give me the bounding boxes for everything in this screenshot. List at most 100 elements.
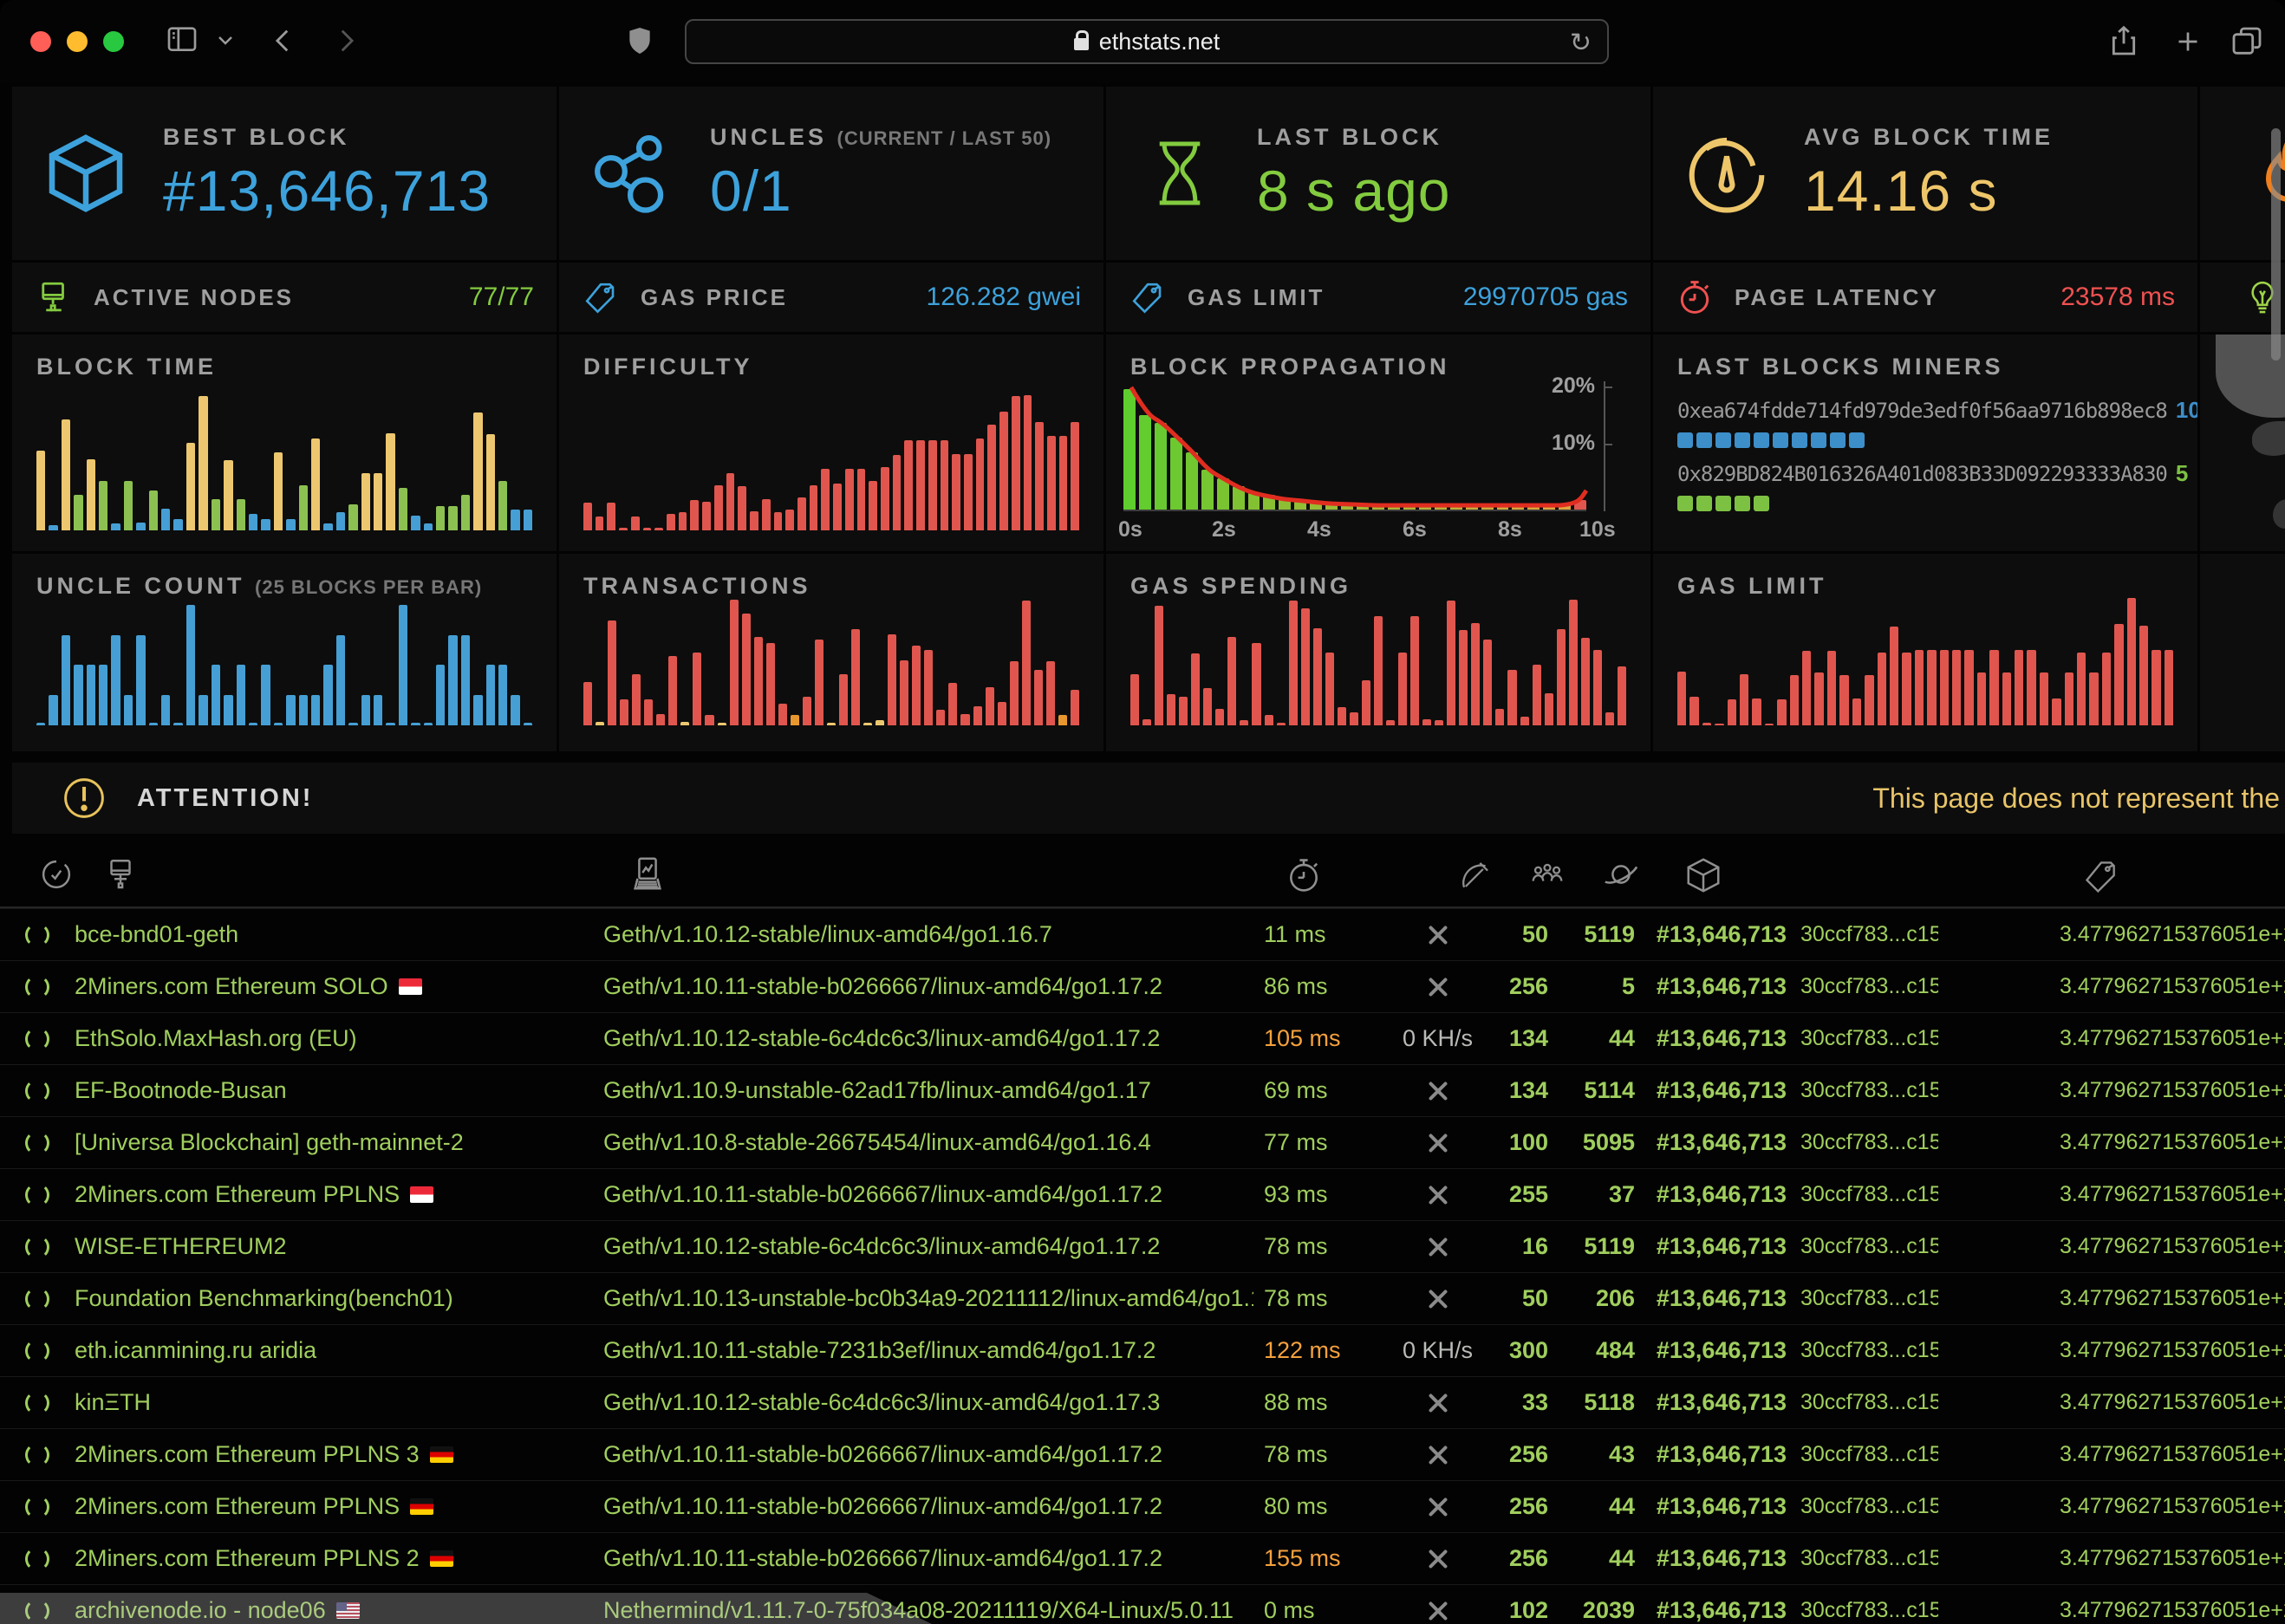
table-row[interactable]: [Universa Blockchain] geth-mainnet-2Geth… [0, 1116, 2285, 1168]
node-status-icon [25, 923, 49, 947]
node-status-icon [25, 1235, 49, 1259]
node-name[interactable]: WISE-ETHEREUM2 [75, 1233, 603, 1260]
gas_spending-bar [1167, 694, 1175, 725]
node-name[interactable]: 2Miners.com Ethereum PPLNS 3 [75, 1441, 603, 1468]
table-row[interactable]: eth.icanmining.ru aridiaGeth/v1.10.11-st… [0, 1324, 2285, 1376]
node-difficulty: 3.477962715376051e+22 [1938, 1286, 2285, 1311]
share-icon[interactable] [2106, 21, 2141, 61]
stat-label: AVG BLOCK TIME [1804, 124, 2054, 151]
node-pending: 5118 [1548, 1389, 1635, 1416]
transactions-bar [778, 704, 787, 725]
back-icon[interactable] [269, 24, 298, 57]
node-peers: 256 [1501, 1493, 1548, 1520]
peers-icon[interactable] [1527, 854, 1567, 894]
block_time-bar [436, 506, 445, 530]
table-row[interactable]: WISE-ETHEREUM2Geth/v1.10.12-stable-6c4dc… [0, 1220, 2285, 1272]
node-name[interactable]: [Universa Blockchain] geth-mainnet-2 [75, 1129, 603, 1156]
reload-icon[interactable]: ↻ [1570, 28, 1592, 58]
table-row[interactable]: 2Miners.com Ethereum SOLOGeth/v1.10.11-s… [0, 960, 2285, 1012]
node-name[interactable]: eth.icanmining.ru aridia [75, 1337, 603, 1364]
table-row[interactable]: Foundation Benchmarking(bench01)Geth/v1.… [0, 1272, 2285, 1324]
mined-block-square [1773, 432, 1788, 448]
latency-stopwatch-icon[interactable] [1285, 854, 1323, 896]
status-check-icon[interactable] [38, 854, 75, 894]
shield-icon[interactable] [622, 21, 657, 61]
not-mining-icon [1427, 1184, 1449, 1206]
transactions-bar [632, 674, 641, 725]
gas_limit-bar [1689, 697, 1698, 725]
minimize-window-button[interactable] [67, 31, 88, 52]
table-row[interactable]: EthSolo.MaxHash.org (EU)Geth/v1.10.12-st… [0, 1012, 2285, 1064]
block_propagation-bar [1419, 503, 1431, 510]
transactions-bar [644, 699, 653, 725]
node-mining-cell: 0 KH/s [1375, 1337, 1501, 1364]
node-block-hash: 30ccf783...c15f660f [1787, 1078, 1938, 1103]
forward-icon[interactable] [331, 24, 361, 57]
table-row[interactable]: bce-bnd01-gethGeth/v1.10.12-stable/linux… [0, 908, 2285, 960]
panel-active-nodes: ACTIVE NODES 77/77 [12, 263, 557, 332]
node-block-hash: 30ccf783...c15f660f [1787, 974, 1938, 999]
node-name[interactable]: 2Miners.com Ethereum PPLNS [75, 1493, 603, 1520]
node-name[interactable]: Foundation Benchmarking(bench01) [75, 1285, 603, 1312]
node-status-icon [25, 1183, 49, 1207]
difficulty-bar [916, 440, 925, 530]
miner-address[interactable]: 0x829BD824B016326A401d083B33D092293333A8… [1677, 462, 2167, 486]
gas_spending-bar [1520, 717, 1529, 725]
miner-block-count: 5 [2176, 460, 2188, 486]
block_time-bar [274, 452, 283, 530]
scrollbar-thumb[interactable] [2271, 128, 2281, 361]
node-block-hash: 30ccf783...c15f660f [1787, 1494, 1938, 1519]
node-name[interactable]: bce-bnd01-geth [75, 921, 603, 948]
node-peers: 100 [1501, 1129, 1548, 1156]
node-name[interactable]: kinΞTH [75, 1389, 603, 1416]
mining-pickaxe-icon[interactable] [1458, 854, 1494, 894]
difficulty-bar [726, 473, 735, 530]
block_time-bar [111, 523, 120, 530]
node-name[interactable]: EF-Bootnode-Busan [75, 1077, 603, 1104]
node-name[interactable]: EthSolo.MaxHash.org (EU) [75, 1025, 603, 1052]
block-cube-icon[interactable] [1683, 854, 1723, 896]
table-row[interactable]: 2Miners.com Ethereum PPLNS 3Geth/v1.10.1… [0, 1428, 2285, 1480]
panel-last-blocks-miners: LAST BLOCKS MINERS 0xea674fdde714fd979de… [1653, 335, 2197, 551]
stat-label: GAS LIMIT [1188, 284, 1325, 311]
difficulty-bar [596, 516, 604, 530]
address-bar[interactable]: ethstats.net ↻ [685, 19, 1609, 64]
stopwatch-icon [1676, 276, 1714, 318]
block-propagation-chart [1123, 383, 1586, 511]
x-tick-label: 10s [1579, 517, 1616, 542]
difficulty-bar [1024, 395, 1032, 530]
node-name[interactable]: 2Miners.com Ethereum PPLNS 2 [75, 1545, 603, 1572]
close-window-button[interactable] [30, 31, 51, 52]
panel-block-time-chart: BLOCK TIME [12, 335, 557, 551]
block_time-bar [249, 514, 257, 530]
gas-limit-chart [1677, 597, 2173, 725]
new-tab-icon[interactable] [2172, 26, 2204, 57]
table-row[interactable]: kinΞTHGeth/v1.10.12-stable-6c4dc6c3/linu… [0, 1376, 2285, 1428]
difficulty-tag-icon[interactable] [2082, 854, 2120, 898]
node-latency: 78 ms [1253, 1441, 1375, 1468]
node-status-icon [25, 1339, 49, 1363]
client-laptop-icon[interactable] [628, 854, 667, 894]
charts-row-2: UNCLE COUNT (25 BLOCKS PER BAR) TRANSACT… [12, 554, 2285, 751]
block_time-bar [286, 519, 295, 530]
y-tick-label: 10% [1552, 431, 1595, 456]
tab-overview-icon[interactable] [2230, 24, 2264, 59]
table-row[interactable]: 2Miners.com Ethereum PPLNSGeth/v1.10.11-… [0, 1480, 2285, 1532]
node-icon[interactable] [102, 854, 139, 894]
table-row[interactable]: EF-Bootnode-BusanGeth/v1.10.9-unstable-6… [0, 1064, 2285, 1116]
node-last-block: #13,646,713 [1635, 1441, 1787, 1468]
gas_spending-bar [1581, 638, 1590, 725]
table-row[interactable]: 2Miners.com Ethereum PPLNS 2Geth/v1.10.1… [0, 1532, 2285, 1584]
gas_spending-bar [1495, 709, 1504, 725]
node-name[interactable]: 2Miners.com Ethereum PPLNS [75, 1181, 603, 1208]
chevron-down-icon[interactable] [215, 33, 236, 49]
pending-planet-icon[interactable] [1600, 854, 1642, 894]
uncle_count-bar [261, 665, 270, 725]
table-row[interactable]: 2Miners.com Ethereum PPLNSGeth/v1.10.11-… [0, 1168, 2285, 1220]
miner-address[interactable]: 0xea674fdde714fd979de3edf0f56aa9716b898e… [1677, 399, 2167, 423]
zoom-window-button[interactable] [103, 31, 124, 52]
gas_spending-bar [1447, 601, 1455, 725]
panel-gas-limit-chart: GAS LIMIT [1653, 554, 2197, 751]
sidebar-icon[interactable] [163, 23, 201, 57]
node-name[interactable]: 2Miners.com Ethereum SOLO [75, 973, 603, 1000]
